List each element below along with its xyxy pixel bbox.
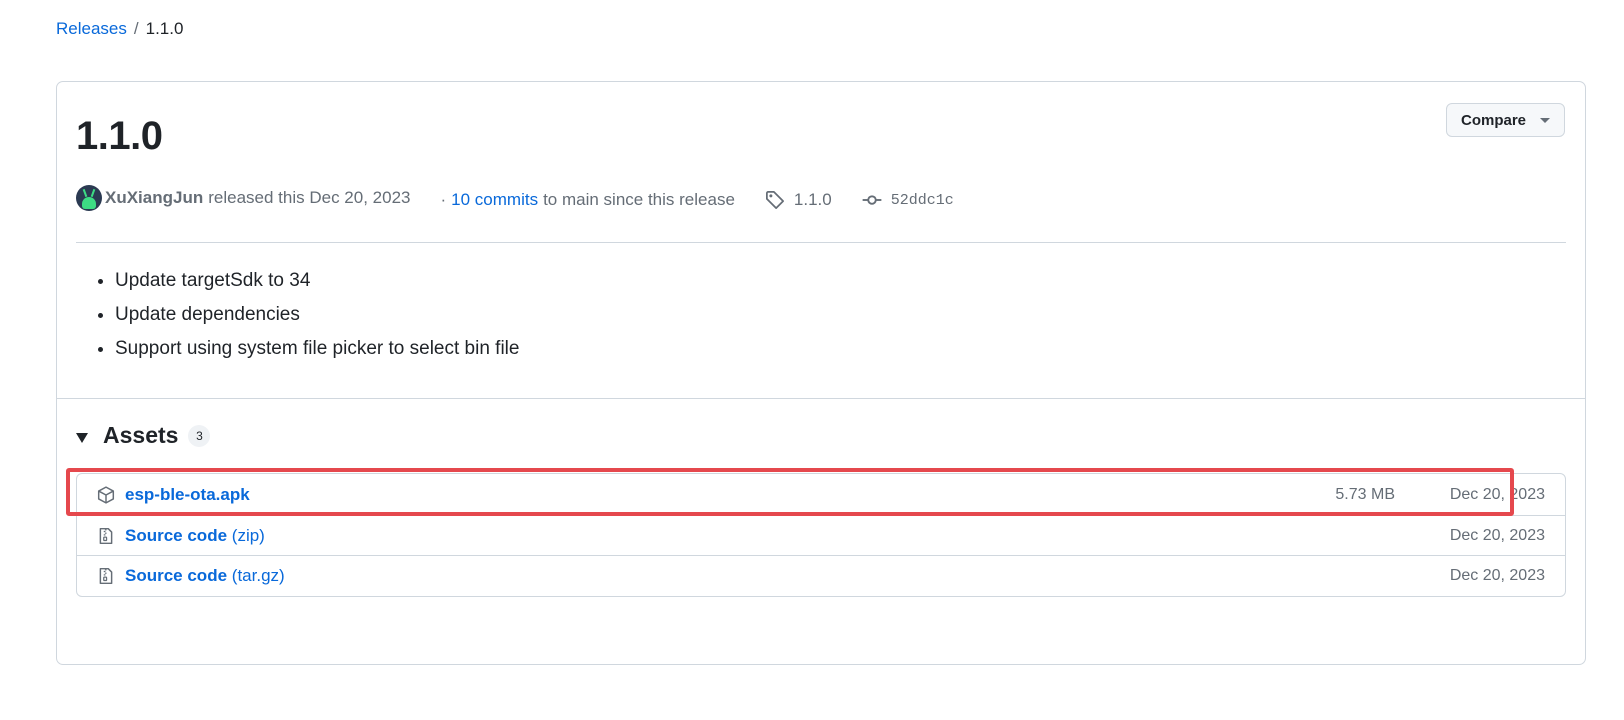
assets-title: Assets: [103, 422, 179, 448]
package-icon: [97, 486, 115, 504]
asset-list: esp-ble-ota.apk 5.73 MB Dec 20, 2023 Sou…: [76, 473, 1566, 597]
asset-size: 5.73 MB: [1335, 486, 1395, 503]
asset-date: Dec 20, 2023: [1449, 486, 1545, 503]
meta-dot: ·: [440, 190, 447, 209]
asset-link-targz[interactable]: Source code (tar.gz): [125, 566, 285, 586]
list-item: Update targetSdk to 34: [115, 264, 519, 298]
file-zip-icon: [99, 527, 113, 545]
release-notes: Update targetSdk to 34 Update dependenci…: [95, 264, 519, 366]
breadcrumb-current: 1.1.0: [145, 19, 184, 38]
list-item: esp-ble-ota.apk 5.73 MB Dec 20, 2023: [77, 475, 1565, 515]
breadcrumb-separator: /: [133, 19, 139, 38]
asset-link-apk[interactable]: esp-ble-ota.apk: [125, 485, 250, 505]
author-link[interactable]: XuXiangJun: [105, 188, 203, 208]
section-divider: [57, 398, 1585, 399]
breadcrumb-releases-link[interactable]: Releases: [56, 18, 127, 40]
list-item: Source code (tar.gz) Dec 20, 2023: [77, 555, 1565, 595]
list-item: Support using system file picker to sele…: [115, 332, 519, 366]
meta-divider: [76, 242, 1566, 243]
commit-hash: 52ddc1c: [890, 191, 954, 209]
file-zip-icon: [99, 567, 113, 585]
tag-label: 1.1.0: [793, 190, 832, 209]
asset-ext: (tar.gz): [231, 565, 285, 585]
commits-link[interactable]: 10 commits: [451, 190, 538, 210]
list-item: Source code (zip) Dec 20, 2023: [77, 515, 1565, 555]
tag-icon: [765, 191, 784, 209]
released-text: released this Dec 20, 2023: [208, 188, 411, 207]
avatar[interactable]: [76, 185, 102, 211]
asset-date: Dec 20, 2023: [1449, 566, 1545, 584]
caret-down-icon: [1540, 117, 1551, 123]
list-item: Update dependencies: [115, 298, 519, 332]
release-card: 1.1.0 Compare XuXiangJun released this D…: [56, 81, 1586, 665]
asset-name: Source code: [125, 525, 228, 545]
compare-button-label: Compare: [1460, 111, 1527, 129]
asset-date: Dec 20, 2023: [1449, 526, 1545, 544]
asset-ext: (zip): [231, 525, 265, 545]
release-meta: XuXiangJun released this Dec 20, 2023 · …: [76, 184, 954, 212]
assets-toggle[interactable]: Assets 3: [76, 422, 211, 449]
asset-link-zip[interactable]: Source code (zip): [125, 526, 265, 546]
asset-name: esp-ble-ota.apk: [125, 485, 250, 504]
breadcrumb: Releases / 1.1.0: [56, 18, 183, 40]
triangle-down-icon: [76, 432, 88, 443]
release-title: 1.1.0: [76, 114, 163, 158]
git-commit-icon: [862, 195, 882, 205]
commit-link[interactable]: 52ddc1c: [862, 190, 954, 210]
assets-count-badge: 3: [188, 424, 211, 447]
compare-button[interactable]: Compare: [1446, 103, 1565, 137]
commits-rest-text: to main since this release: [543, 190, 735, 209]
asset-name: Source code: [125, 565, 228, 585]
tag-link[interactable]: 1.1.0: [765, 190, 832, 210]
